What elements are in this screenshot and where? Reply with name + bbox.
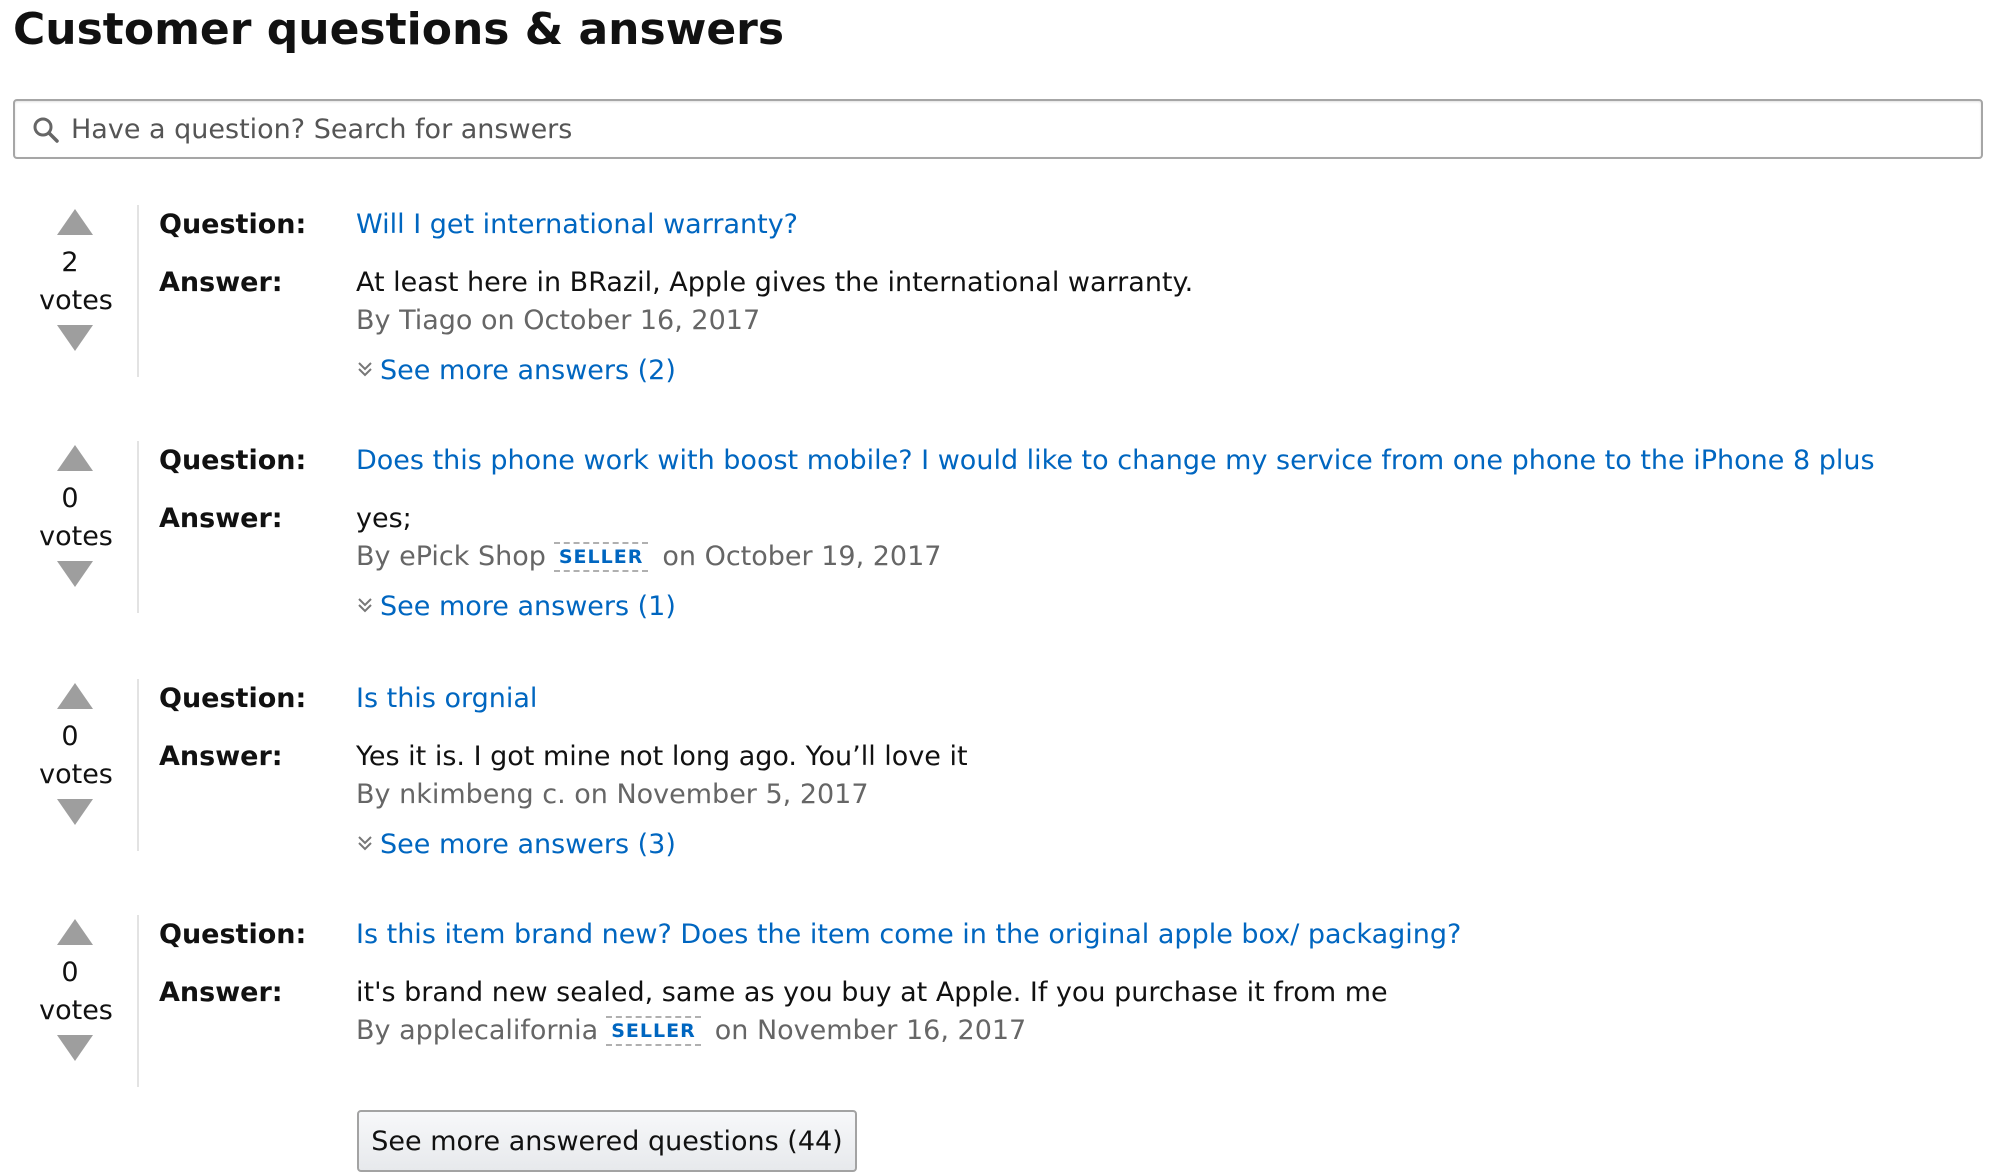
byline-text: By Tiago on October 16, 2017 [356,305,761,336]
double-chevron-down-icon [358,836,372,851]
qa-item: 2 votes Question: Will I get internation… [0,205,1999,425]
vote-widget: 0 votes [38,679,114,859]
answer-text: At least here in BRazil, Apple gives the… [356,267,1194,298]
answer-text: yes; [356,503,412,534]
question-link[interactable]: Is this item brand new? Does the item co… [356,917,1461,953]
qa-section: Customer questions & answers 2 votes Que… [0,0,1999,1172]
vote-widget: 2 votes [38,205,114,385]
votes-label: votes [39,521,113,552]
upvote-arrow-icon[interactable] [55,917,95,947]
qa-item: 0 votes Question: Is this item brand new… [0,915,1999,1087]
upvote-arrow-icon[interactable] [55,443,95,473]
search-icon [33,117,59,143]
qa-item: 0 votes Question: Is this orgnial Answer… [0,679,1999,899]
section-title: Customer questions & answers [13,4,785,55]
answer-label: Answer: [159,267,283,298]
search-input[interactable] [71,109,1951,149]
see-more-answers-link[interactable]: See more answers (1) [356,589,676,625]
byline-date: on November 16, 2017 [714,1015,1027,1046]
byline-author: By applecalifornia [356,1015,599,1046]
vote-widget: 0 votes [38,915,114,1095]
vote-divider [137,915,139,1087]
seller-badge[interactable]: SELLER [606,1016,701,1046]
question-link[interactable]: Is this orgnial [356,681,537,717]
seller-badge[interactable]: SELLER [553,542,649,572]
answer-text: it's brand new sealed, same as you buy a… [356,977,1388,1008]
answer-label: Answer: [159,977,283,1008]
downvote-arrow-icon[interactable] [55,323,95,353]
see-more-questions-button[interactable]: See more answered questions (44) [357,1110,857,1172]
see-more-label: See more answers (1) [380,591,676,622]
see-more-label: See more answers (3) [380,829,676,860]
vote-divider [137,205,139,377]
votes-label: votes [39,285,113,316]
see-more-answers-link[interactable]: See more answers (3) [356,827,676,863]
upvote-arrow-icon[interactable] [55,681,95,711]
qa-item: 0 votes Question: Does this phone work w… [0,441,1999,661]
see-more-label: See more answers (2) [380,355,676,386]
answer-label: Answer: [159,741,283,772]
answer-byline: By Tiago on October 16, 2017 [356,303,760,339]
vote-count: 0 [61,957,79,988]
downvote-arrow-icon[interactable] [55,559,95,589]
question-label: Question: [159,919,307,950]
see-more-answers-link[interactable]: See more answers (2) [356,353,676,389]
question-label: Question: [159,445,307,476]
byline-date: on October 19, 2017 [662,541,942,572]
votes-label: votes [39,759,113,790]
votes-label: votes [39,995,113,1026]
answer-byline: By ePick Shop SELLER on October 19, 2017 [356,539,941,575]
vote-count: 0 [61,721,79,752]
question-link[interactable]: Does this phone work with boost mobile? … [356,443,1875,479]
vote-count: 2 [61,247,79,278]
answer-byline: By nkimbeng c. on November 5, 2017 [356,777,869,813]
upvote-arrow-icon[interactable] [55,207,95,237]
answer-text: Yes it is. I got mine not long ago. You’… [356,741,968,772]
search-box[interactable] [13,99,1983,159]
double-chevron-down-icon [358,362,372,377]
vote-divider [137,441,139,613]
downvote-arrow-icon[interactable] [55,797,95,827]
question-link[interactable]: Will I get international warranty? [356,207,798,243]
question-label: Question: [159,209,307,240]
downvote-arrow-icon[interactable] [55,1033,95,1063]
byline-text: By nkimbeng c. on November 5, 2017 [356,779,869,810]
byline-author: By ePick Shop [356,541,546,572]
answer-byline: By applecalifornia SELLER on November 16, … [356,1013,1026,1049]
vote-divider [137,679,139,851]
double-chevron-down-icon [358,598,372,613]
answer-label: Answer: [159,503,283,534]
question-label: Question: [159,683,307,714]
vote-count: 0 [61,483,79,514]
vote-widget: 0 votes [38,441,114,621]
